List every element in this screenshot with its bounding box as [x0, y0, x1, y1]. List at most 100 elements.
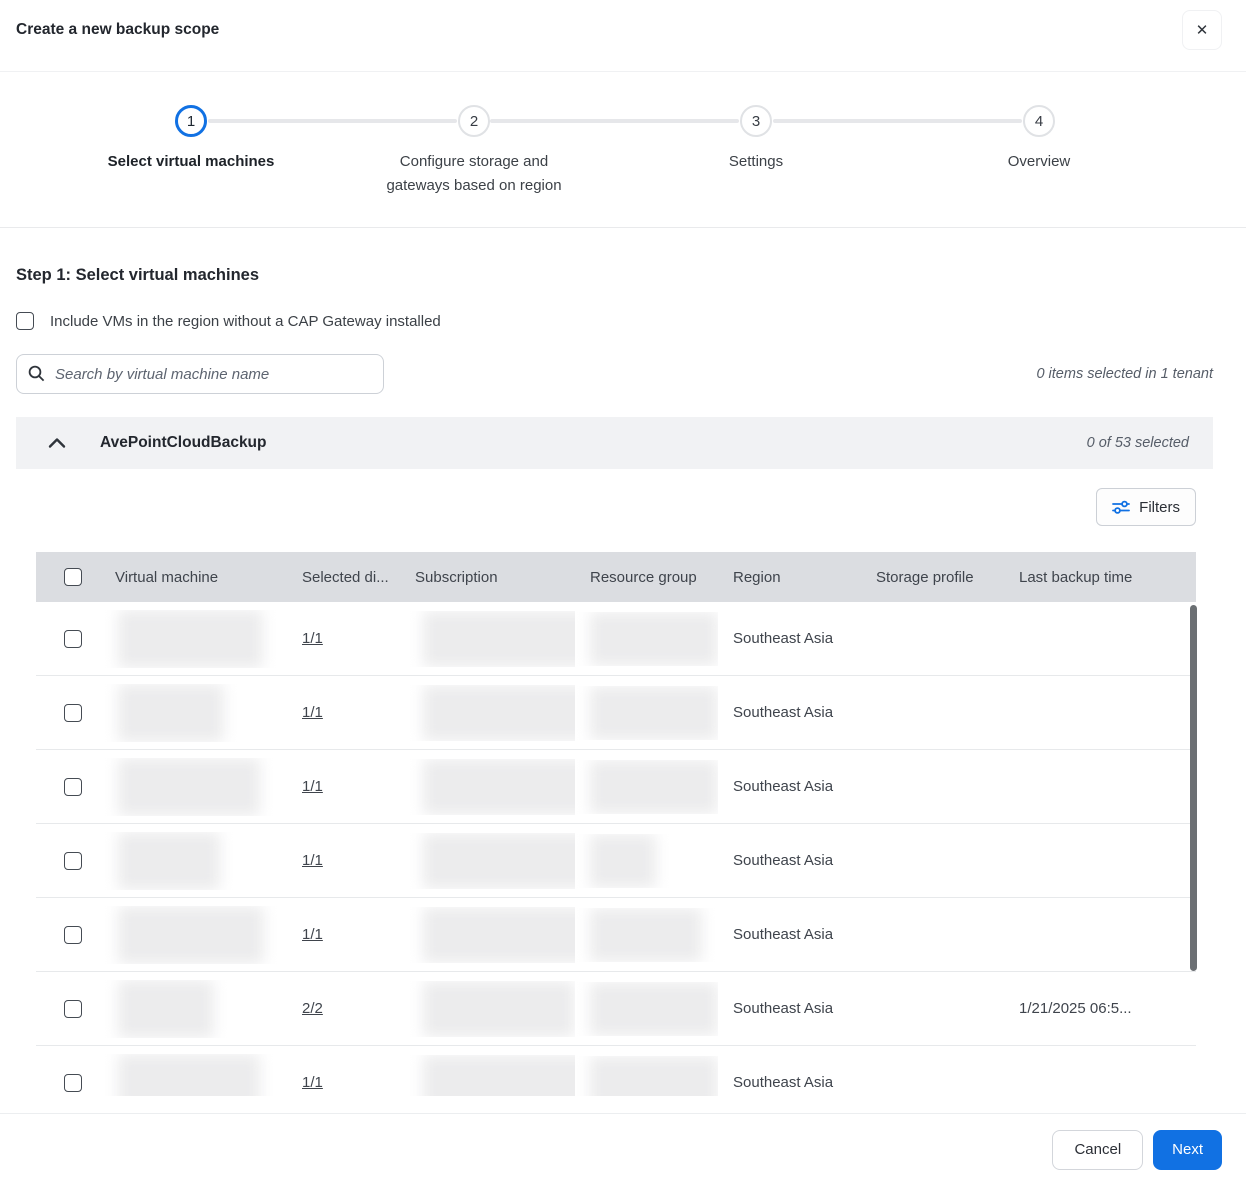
- step-connector: [490, 119, 739, 123]
- step-label-select-vms: Select virtual machines: [107, 153, 275, 170]
- table-row: 1/1 Southeast Asia: [36, 824, 1196, 898]
- row-checkbox[interactable]: [64, 703, 82, 722]
- step-number: 2: [469, 112, 479, 130]
- col-header-subscription: Subscription: [415, 568, 498, 586]
- dialog-header: Create a new backup scope ✕: [0, 0, 1246, 72]
- tenant-section: AvePointCloudBackup 0 of 53 selected Fil…: [16, 417, 1213, 1096]
- redacted-subscription: [423, 906, 575, 963]
- row-checkbox[interactable]: [64, 629, 82, 648]
- redacted-resource-group: [590, 611, 718, 666]
- step-label-overview: Overview: [1007, 153, 1071, 170]
- search-icon: [28, 365, 45, 382]
- redacted-subscription: [423, 1054, 575, 1096]
- step-circle-1[interactable]: 1: [175, 105, 207, 137]
- selected-disks-link[interactable]: 1/1: [302, 1074, 323, 1091]
- redacted-vm-name: [118, 905, 264, 964]
- redacted-resource-group: [590, 1055, 718, 1096]
- redacted-resource-group: [590, 907, 702, 962]
- region-value: Southeast Asia: [733, 926, 834, 943]
- row-checkbox[interactable]: [64, 777, 82, 796]
- redacted-vm-name: [118, 683, 224, 742]
- table-row: 1/1 Southeast Asia: [36, 676, 1196, 750]
- redacted-subscription: [423, 832, 575, 889]
- redacted-resource-group: [590, 833, 656, 888]
- row-checkbox[interactable]: [64, 1073, 82, 1092]
- step-connector: [773, 119, 1022, 123]
- search-input[interactable]: [16, 354, 384, 394]
- table-header-row: Virtual machine Selected di... Subscript…: [36, 552, 1196, 602]
- col-header-storage-profile: Storage profile: [876, 568, 974, 586]
- redacted-resource-group: [590, 759, 718, 814]
- redacted-subscription: [423, 758, 575, 815]
- region-value: Southeast Asia: [733, 1074, 834, 1091]
- tenant-section-header[interactable]: AvePointCloudBackup 0 of 53 selected: [16, 417, 1213, 469]
- step1-content: Step 1: Select virtual machines Include …: [0, 266, 1246, 1096]
- step-connector: [208, 119, 457, 123]
- chevron-up-icon[interactable]: [48, 437, 66, 449]
- col-header-selected-disks: Selected di...: [302, 568, 389, 586]
- col-header-region: Region: [733, 568, 781, 586]
- step-circle-4[interactable]: 4: [1023, 105, 1055, 137]
- selected-disks-link[interactable]: 1/1: [302, 630, 323, 647]
- row-checkbox[interactable]: [64, 999, 82, 1018]
- tenant-name: AvePointCloudBackup: [100, 434, 267, 451]
- wizard-stepper: 1 2 3 4 Select virtual machines Configur…: [0, 72, 1246, 228]
- filters-button[interactable]: Filters: [1096, 488, 1196, 526]
- include-vms-row: Include VMs in the region without a CAP …: [16, 312, 1213, 330]
- redacted-resource-group: [590, 981, 718, 1036]
- selected-disks-link[interactable]: 1/1: [302, 778, 323, 795]
- region-value: Southeast Asia: [733, 630, 834, 647]
- vm-table: Virtual machine Selected di... Subscript…: [36, 552, 1196, 1096]
- create-backup-scope-dialog: Create a new backup scope ✕ 1 2 3 4 Sele…: [0, 0, 1246, 1185]
- redacted-subscription: [423, 980, 575, 1037]
- close-button[interactable]: ✕: [1182, 10, 1222, 50]
- tenant-section-body: Filters Virtual machine Selected di... S…: [16, 469, 1213, 1096]
- next-button[interactable]: Next: [1153, 1129, 1222, 1170]
- row-checkbox[interactable]: [64, 925, 82, 944]
- step-circle-3[interactable]: 3: [740, 105, 772, 137]
- col-header-virtual-machine: Virtual machine: [115, 568, 219, 586]
- redacted-subscription: [423, 684, 575, 741]
- last-backup-value: 1/21/2025 06:5...: [1019, 1000, 1132, 1017]
- dialog-title: Create a new backup scope: [16, 21, 220, 38]
- region-value: Southeast Asia: [733, 704, 834, 721]
- filters-label: Filters: [1139, 498, 1180, 516]
- tenant-selected-summary: 0 of 53 selected: [1086, 435, 1189, 451]
- filters-icon: [1112, 500, 1131, 514]
- redacted-vm-name: [118, 831, 220, 890]
- cancel-button[interactable]: Cancel: [1052, 1129, 1144, 1170]
- table-row: 1/1 Southeast Asia: [36, 898, 1196, 972]
- row-checkbox[interactable]: [64, 851, 82, 870]
- step-number: 4: [1034, 112, 1044, 130]
- step-heading: Step 1: Select virtual machines: [16, 266, 260, 284]
- table-scrollbar-thumb[interactable]: [1190, 605, 1197, 971]
- dialog-footer: Cancel Next: [0, 1113, 1246, 1185]
- region-value: Southeast Asia: [733, 778, 834, 795]
- step-number: 3: [751, 112, 761, 130]
- step-circle-2[interactable]: 2: [458, 105, 490, 137]
- redacted-vm-name: [118, 1053, 260, 1096]
- region-value: Southeast Asia: [733, 852, 834, 869]
- step-label-settings: Settings: [728, 153, 784, 170]
- include-vms-label: Include VMs in the region without a CAP …: [50, 312, 441, 330]
- redacted-vm-name: [118, 757, 260, 816]
- include-vms-checkbox[interactable]: [16, 312, 34, 330]
- redacted-vm-name: [118, 609, 263, 668]
- table-row: 1/1 Southeast Asia: [36, 750, 1196, 824]
- selected-disks-link[interactable]: 1/1: [302, 704, 323, 721]
- redacted-vm-name: [118, 979, 214, 1038]
- search-box: [16, 354, 384, 394]
- col-header-last-backup-time: Last backup time: [1019, 568, 1133, 586]
- table-row: 1/1 Southeast Asia: [36, 602, 1196, 676]
- selected-disks-link[interactable]: 2/2: [302, 1000, 323, 1017]
- selected-disks-link[interactable]: 1/1: [302, 926, 323, 943]
- step-number: 1: [186, 112, 196, 130]
- redacted-resource-group: [590, 685, 718, 740]
- select-all-checkbox[interactable]: [64, 568, 82, 586]
- redacted-subscription: [423, 610, 575, 667]
- search-row: 0 items selected in 1 tenant: [16, 354, 1213, 394]
- step-label-configure-storage: Configure storage and gateways based on …: [386, 153, 562, 194]
- selected-disks-link[interactable]: 1/1: [302, 852, 323, 869]
- col-header-resource-group: Resource group: [590, 568, 697, 586]
- table-row: 1/1 Southeast Asia: [36, 1046, 1196, 1096]
